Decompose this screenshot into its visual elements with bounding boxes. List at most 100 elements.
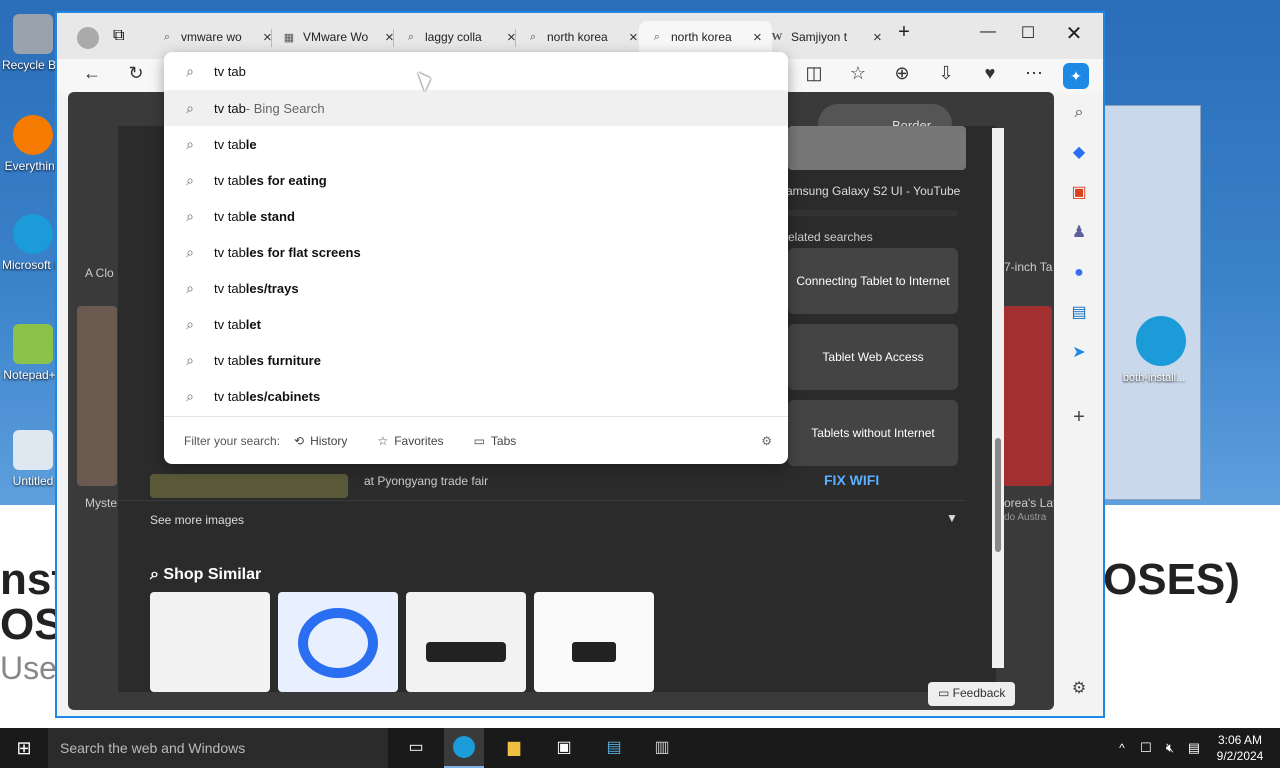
image-caption[interactable]: orea's Lat <box>1004 496 1054 510</box>
related-search-2[interactable]: Tablet Web Access <box>788 324 958 390</box>
related-search-3[interactable]: Tablets without Internet <box>788 400 958 466</box>
tab-north-korea-active[interactable]: ⌕ north korea × <box>639 21 772 53</box>
video-caption[interactable]: amsung Galaxy S2 UI - YouTube <box>786 184 986 198</box>
gear-icon[interactable]: ⚙ <box>1067 677 1091 701</box>
tab-laggy-collab[interactable]: ⌕ laggy colla × <box>393 21 526 53</box>
volume-muted-icon[interactable]: 🔇︎ <box>1158 736 1182 760</box>
shop-similar-heading: ⌕ Shop Similar <box>150 566 261 584</box>
suggestion-item[interactable]: ⌕ tv tab le <box>164 126 788 162</box>
windows-start-icon[interactable]: ⊞ <box>12 736 36 760</box>
collections-icon[interactable]: ⊕ <box>889 63 915 84</box>
suggestion-prefix: tv tab <box>214 100 246 116</box>
product-ethernet-cable[interactable] <box>278 592 398 692</box>
profile-avatar[interactable] <box>77 27 99 49</box>
gear-icon[interactable]: ⚙ <box>761 434 772 448</box>
wikipedia-icon: W <box>771 31 783 43</box>
document-icon <box>13 430 53 470</box>
app-icon[interactable]: ▥ <box>650 736 674 760</box>
edge-taskbar-button[interactable] <box>444 728 484 768</box>
vmware-icon: ▦ <box>283 31 295 44</box>
product-wifi-extender[interactable] <box>150 592 270 692</box>
task-view-icon[interactable]: ▭ <box>404 736 428 760</box>
games-icon[interactable]: ♟ <box>1067 221 1091 245</box>
network-icon[interactable]: ☐ <box>1134 736 1158 760</box>
taskbar-search-box[interactable]: Search the web and Windows <box>48 728 388 768</box>
tab-vmware-search[interactable]: ⌕ vmware wo × <box>149 21 282 53</box>
favorites-star-icon[interactable]: ☆ <box>845 63 871 84</box>
tab-title: north korea <box>671 30 732 44</box>
outlook-icon[interactable]: ▤ <box>1067 301 1091 325</box>
tools-icon[interactable]: ▣ <box>1067 181 1091 205</box>
image-thumbnail[interactable] <box>1002 306 1052 486</box>
filter-tabs-button[interactable]: ▭ Tabs <box>474 434 517 448</box>
suggestion-suffix: les for flat screens <box>245 244 361 260</box>
suggestion-item[interactable]: ⌕ tv tab les/trays <box>164 270 788 306</box>
tab-title: Samjiyon t <box>791 30 848 44</box>
shopping-tag-icon[interactable]: ◆ <box>1067 141 1091 165</box>
product-router[interactable] <box>406 592 526 692</box>
filter-history-button[interactable]: ⟲ History <box>294 434 347 448</box>
back-button[interactable]: ← <box>79 63 105 84</box>
more-menu-icon[interactable]: ⋯ <box>1021 63 1047 84</box>
image-caption[interactable]: at Pyongyang trade fair <box>364 474 488 488</box>
suggestion-extra: - Bing Search <box>245 100 325 116</box>
store-icon[interactable]: ▣ <box>552 736 576 760</box>
suggestion-item[interactable]: ⌕ tv tab les for flat screens <box>164 234 788 270</box>
split-screen-icon[interactable]: ◫ <box>801 63 827 84</box>
clock-date: 9/2/2024 <box>1216 749 1264 763</box>
search-icon: ⌕ <box>186 351 194 368</box>
image-caption[interactable]: Myste <box>85 496 117 510</box>
add-sidebar-app-icon[interactable]: + <box>1067 405 1091 429</box>
clock-time: 3:06 AM <box>1217 733 1263 747</box>
feedback-button[interactable]: ▭ Feedback <box>928 682 1016 706</box>
address-bar-text[interactable]: tv tab <box>214 64 246 79</box>
downloads-icon[interactable]: ⇩ <box>933 63 959 84</box>
suggestion-suffix: let <box>245 316 261 332</box>
search-icon[interactable]: ⌕ <box>1067 101 1091 125</box>
scrollbar[interactable] <box>992 128 1004 668</box>
tab-samjiyon[interactable]: W Samjiyon t × <box>759 21 892 53</box>
chevron-up-icon[interactable]: ^ <box>1110 736 1134 760</box>
image-caption[interactable]: A Clo <box>85 266 114 280</box>
refresh-button[interactable]: ↻ <box>123 63 149 84</box>
scrollbar-thumb[interactable] <box>995 438 1001 552</box>
suggestion-item[interactable]: ⌕ tv tab let <box>164 306 788 342</box>
microsoft365-icon[interactable]: ● <box>1067 261 1091 285</box>
close-icon[interactable]: × <box>629 29 638 46</box>
app-icon[interactable]: ▤ <box>602 736 626 760</box>
tab-vmware-workstation[interactable]: ▦ VMware Wo × <box>271 21 404 53</box>
related-search-1[interactable]: Connecting Tablet to Internet <box>788 248 958 314</box>
suggestion-item[interactable]: ⌕ tv tab - Bing Search <box>164 90 788 126</box>
image-caption[interactable]: 7-inch Ta <box>1004 260 1052 274</box>
see-more-images-bar[interactable]: See more images ▼ <box>118 500 966 544</box>
image-thumbnail[interactable] <box>77 306 117 486</box>
send-icon[interactable]: ➤ <box>1067 341 1091 365</box>
video-thumbnail[interactable] <box>788 126 966 170</box>
tab-actions-icon[interactable]: ⧉ <box>113 27 124 45</box>
suggestion-item[interactable]: ⌕ tv tab les furniture <box>164 342 788 378</box>
notification-icon[interactable]: ▤ <box>1182 736 1206 760</box>
search-icon: ⌕ <box>186 243 194 260</box>
suggestion-item[interactable]: ⌕ tv tab les/cabinets <box>164 378 788 414</box>
tab-north-korea-1[interactable]: ⌕ north korea × <box>515 21 648 53</box>
minimize-button[interactable]: — <box>973 23 1003 41</box>
maximize-button[interactable]: ☐ <box>1013 23 1043 43</box>
suggestion-suffix: les for eating <box>245 172 327 188</box>
suggestion-suffix: les/trays <box>245 280 299 296</box>
filter-favorites-button[interactable]: ☆ Favorites <box>377 434 443 448</box>
file-explorer-icon[interactable]: ▆ <box>502 736 526 760</box>
suggestion-item[interactable]: ⌕ tv tab les for eating <box>164 162 788 198</box>
close-window-button[interactable]: ✕ <box>1059 21 1089 46</box>
bg-text-right: OSES) <box>1103 555 1240 604</box>
copilot-icon[interactable]: ✦ <box>1063 63 1089 89</box>
notepadpp-icon <box>13 324 53 364</box>
suggestion-prefix: tv tab <box>214 352 246 368</box>
suggestion-item[interactable]: ⌕ tv tab le stand <box>164 198 788 234</box>
product-usb-adapter[interactable] <box>534 592 654 692</box>
image-thumbnail[interactable] <box>150 474 348 498</box>
browser-essentials-icon[interactable]: ♥ <box>977 63 1003 84</box>
clock[interactable]: 3:06 AM 9/2/2024 <box>1210 732 1270 764</box>
close-icon[interactable]: × <box>873 29 882 46</box>
new-tab-button[interactable]: + <box>889 21 919 44</box>
address-bar-input[interactable]: ⌕ tv tab <box>164 52 788 90</box>
